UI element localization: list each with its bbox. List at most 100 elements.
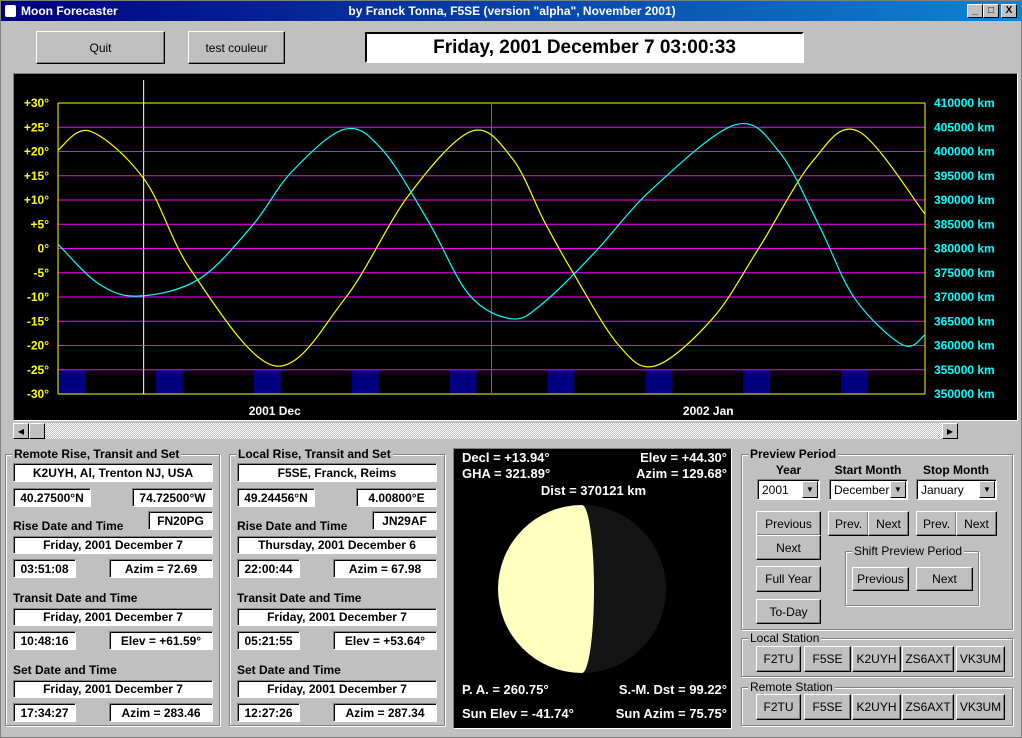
remote-rise-date: Friday, 2001 December 7 [13, 536, 213, 554]
remote-latitude: 40.27500°N [13, 488, 91, 507]
month-label: 2002 Jan [683, 404, 734, 418]
remote-station-vk3um[interactable]: VK3UM [956, 694, 1005, 720]
left-tick-label: +30° [24, 96, 49, 110]
month-label: 2001 Dec [249, 404, 301, 418]
right-tick-label: 390000 km [934, 193, 995, 207]
remote-set-azim: Azim = 283.46 [109, 703, 213, 722]
scroll-thumb[interactable] [29, 423, 45, 439]
remote-locator: FN20PG [148, 511, 213, 530]
left-tick-label: -10° [27, 290, 49, 304]
local-set-date: Friday, 2001 December 7 [237, 680, 437, 698]
local-set-label: Set Date and Time [237, 663, 341, 677]
left-tick-label: +20° [24, 145, 49, 159]
right-tick-label: 350000 km [934, 387, 995, 401]
local-station-zs6axt[interactable]: ZS6AXT [902, 646, 954, 672]
right-tick-label: 365000 km [934, 314, 995, 328]
local-transit-date: Friday, 2001 December 7 [237, 608, 437, 626]
local-station-title: Local Station [748, 631, 822, 645]
local-station-k2uyh[interactable]: K2UYH [852, 646, 901, 672]
weekend-band [547, 369, 575, 394]
right-tick-label: 370000 km [934, 290, 995, 304]
remote-station-f2tu[interactable]: F2TU [756, 694, 801, 720]
local-station-vk3um[interactable]: VK3UM [956, 646, 1005, 672]
year-value: 2001 [762, 482, 789, 497]
local-transit-time: 05:21:55 [237, 631, 300, 650]
year-next-button[interactable]: Next [756, 535, 821, 560]
year-previous-button[interactable]: Previous [756, 511, 821, 536]
quit-button[interactable]: Quit [36, 31, 165, 64]
year-select[interactable]: 2001 ▼ [757, 479, 820, 500]
right-tick-label: 405000 km [934, 120, 995, 134]
title-bar: Moon Forecaster by Franck Tonna, F5SE (v… [1, 1, 1022, 21]
local-rise-azim: Azim = 67.98 [333, 559, 437, 578]
remote-set-time: 17:34:27 [13, 703, 76, 722]
right-tick-label: 375000 km [934, 266, 995, 280]
window-title: by Franck Tonna, F5SE (version "alpha", … [348, 4, 676, 18]
maximize-button[interactable]: □ [983, 4, 999, 18]
minimize-button[interactable]: _ [967, 4, 983, 18]
chevron-down-icon[interactable]: ▼ [890, 481, 906, 498]
stop-month-value: January [921, 482, 964, 497]
year-label: Year [775, 463, 802, 477]
weekend-band [743, 369, 771, 394]
remote-station-zs6axt[interactable]: ZS6AXT [902, 694, 954, 720]
local-locator: JN29AF [372, 511, 437, 530]
test-color-button[interactable]: test couleur [188, 31, 285, 64]
remote-station-f5se[interactable]: F5SE [804, 694, 851, 720]
shift-group-title: Shift Preview Period [852, 544, 965, 558]
sun-moon-distance: S.-M. Dst = 99.22° [618, 682, 727, 697]
remote-station-k2uyh[interactable]: K2UYH [852, 694, 901, 720]
right-tick-label: 385000 km [934, 217, 995, 231]
weekend-band [351, 369, 379, 394]
left-tick-label: -20° [27, 339, 49, 353]
right-tick-label: 410000 km [934, 96, 995, 110]
stop-month-prev-button[interactable]: Prev. [916, 511, 957, 536]
scroll-left-button[interactable]: ◀ [13, 423, 29, 439]
weekend-band [253, 369, 281, 394]
stop-month-next-button[interactable]: Next [956, 511, 997, 536]
right-tick-label: 380000 km [934, 242, 995, 256]
sun-azim: Sun Azim = 75.75° [615, 706, 727, 721]
right-tick-label: 395000 km [934, 169, 995, 183]
weekend-band [645, 369, 673, 394]
stop-month-label: Stop Month [923, 463, 989, 477]
weekend-band [449, 369, 477, 394]
weekend-band [841, 369, 869, 394]
left-tick-label: -5° [34, 266, 50, 280]
stop-month-select[interactable]: January ▼ [916, 479, 997, 500]
right-tick-label: 360000 km [934, 339, 995, 353]
today-button[interactable]: To-Day [756, 599, 821, 624]
weekend-band [58, 369, 85, 394]
local-longitude: 4.00800°E [356, 488, 437, 507]
local-transit-label: Transit Date and Time [237, 591, 362, 605]
current-datetime: Friday, 2001 December 7 03:00:33 [365, 32, 804, 63]
close-button[interactable]: X [1001, 4, 1017, 18]
scroll-right-button[interactable]: ▶ [942, 423, 958, 439]
start-month-label: Start Month [834, 463, 902, 477]
local-station-f5se[interactable]: F5SE [804, 646, 851, 672]
start-month-next-button[interactable]: Next [868, 511, 909, 536]
remote-group-title: Remote Rise, Transit and Set [12, 447, 182, 461]
chevron-down-icon[interactable]: ▼ [979, 481, 995, 498]
local-group-title: Local Rise, Transit and Set [236, 447, 393, 461]
local-set-time: 12:27:26 [237, 703, 300, 722]
chart-horizontal-scrollbar[interactable]: ◀ ▶ [13, 423, 958, 439]
chart-svg: +30° +25° +20° +15° +10° +5° 0° -5° -10° -15° -20°… [24, 80, 995, 418]
start-month-prev-button[interactable]: Prev. [828, 511, 869, 536]
left-tick-label: +15° [24, 169, 49, 183]
shift-next-button[interactable]: Next [916, 567, 973, 591]
left-tick-label: -30° [27, 387, 49, 401]
remote-transit-date: Friday, 2001 December 7 [13, 608, 213, 626]
full-year-button[interactable]: Full Year [756, 566, 821, 592]
local-set-azim: Azim = 287.34 [333, 703, 437, 722]
local-station-f2tu[interactable]: F2TU [756, 646, 801, 672]
right-tick-label: 355000 km [934, 363, 995, 377]
local-rise-time: 22:00:44 [237, 559, 300, 578]
right-tick-label: 400000 km [934, 145, 995, 159]
start-month-value: December [834, 482, 890, 497]
preview-group-title: Preview Period [748, 447, 839, 461]
shift-previous-button[interactable]: Previous [852, 567, 909, 591]
start-month-select[interactable]: December ▼ [829, 479, 908, 500]
chevron-down-icon[interactable]: ▼ [802, 481, 818, 498]
local-latitude: 49.24456°N [237, 488, 315, 507]
